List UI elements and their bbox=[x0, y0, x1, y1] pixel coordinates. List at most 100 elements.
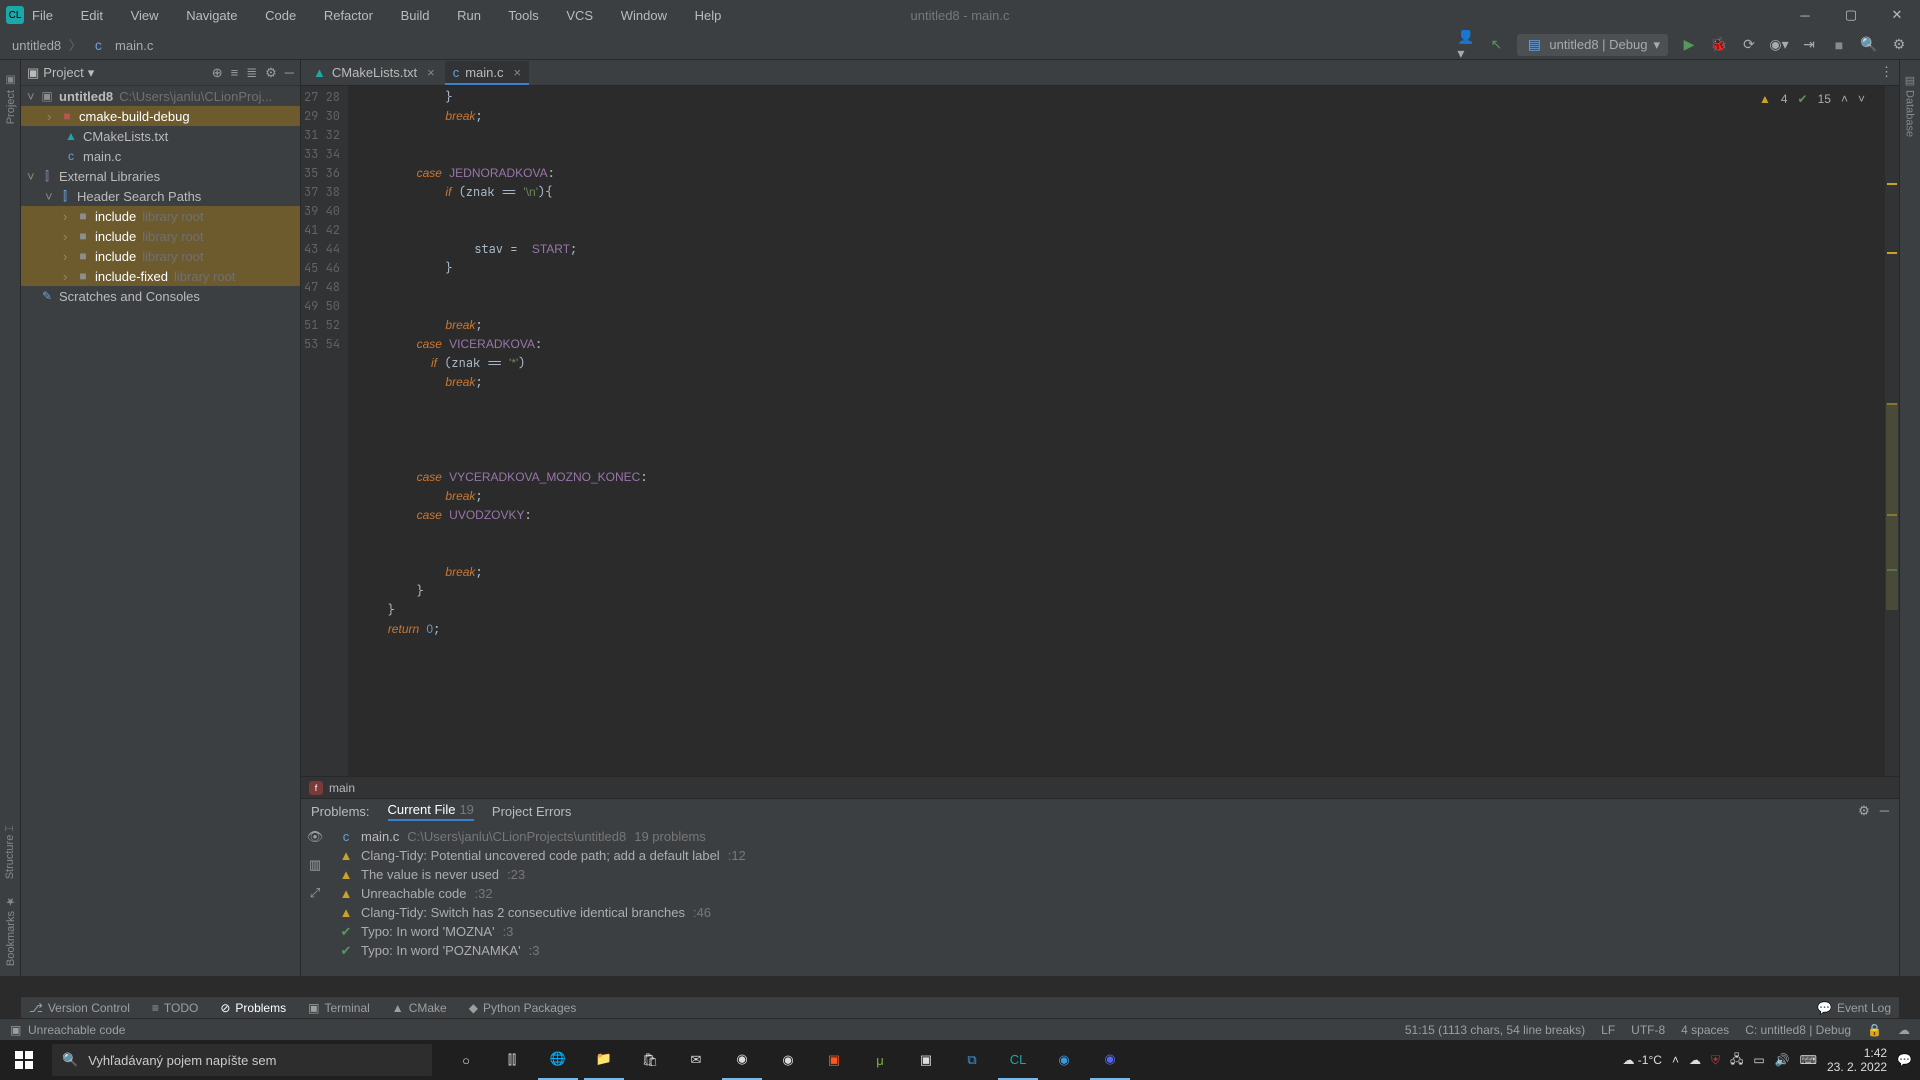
weather-widget[interactable]: ☁ -1°C bbox=[1622, 1053, 1661, 1067]
menu-help[interactable]: Help bbox=[695, 8, 734, 23]
tray-onedrive-icon[interactable]: ☁ bbox=[1689, 1053, 1701, 1067]
tray-volume-icon[interactable]: 🔊 bbox=[1775, 1053, 1790, 1067]
status-encoding[interactable]: UTF-8 bbox=[1631, 1023, 1665, 1037]
tree-main-c[interactable]: cmain.c bbox=[21, 146, 300, 166]
tray-lang-icon[interactable]: ⌨ bbox=[1800, 1053, 1817, 1067]
tree-header-search-paths[interactable]: ˅⫿Header Search Paths bbox=[21, 186, 300, 206]
menu-tools[interactable]: Tools bbox=[508, 8, 550, 23]
taskbar-search[interactable]: 🔍 Vyhľadávaný pojem napíšte sem bbox=[52, 1044, 432, 1076]
breadcrumb-project[interactable]: untitled8 bbox=[12, 38, 61, 53]
inspection-widget[interactable]: ▲4 ✔15 ˄ ˅ bbox=[1759, 92, 1865, 106]
marker-bar[interactable] bbox=[1885, 86, 1899, 776]
expand-all-button[interactable]: ≡ bbox=[231, 65, 239, 81]
tooltab-python-packages[interactable]: ◆ Python Packages bbox=[469, 1001, 577, 1015]
cortana-button[interactable]: ⫿⫿ bbox=[492, 1040, 532, 1080]
menu-code[interactable]: Code bbox=[265, 8, 308, 23]
status-lock-icon[interactable]: 🔒 bbox=[1867, 1023, 1882, 1037]
status-lineend[interactable]: LF bbox=[1601, 1023, 1615, 1037]
view-mode-icon[interactable]: 👁 bbox=[307, 829, 324, 845]
menu-navigate[interactable]: Navigate bbox=[186, 8, 249, 23]
breadcrumb-file[interactable]: main.c bbox=[115, 38, 153, 53]
tray-battery-icon[interactable]: ▭ bbox=[1753, 1053, 1764, 1067]
taskbar-app-orange[interactable]: ▣ bbox=[814, 1040, 854, 1080]
locate-button[interactable]: ⊕ bbox=[212, 65, 223, 81]
problem-row[interactable]: ▲Clang-Tidy: Switch has 2 consecutive id… bbox=[329, 903, 1899, 922]
task-view-button[interactable]: ○ bbox=[446, 1040, 486, 1080]
tray-clock[interactable]: 1:4223. 2. 2022 bbox=[1827, 1046, 1887, 1074]
menu-file[interactable]: File bbox=[32, 8, 65, 23]
tray-network-icon[interactable]: 🖧 bbox=[1730, 1050, 1743, 1071]
taskbar-utorrent[interactable]: μ bbox=[860, 1040, 900, 1080]
close-icon[interactable]: × bbox=[427, 65, 435, 80]
hammer-icon[interactable]: ↖ bbox=[1487, 36, 1505, 54]
problem-row[interactable]: ▲Clang-Tidy: Potential uncovered code pa… bbox=[329, 846, 1899, 865]
taskbar-vscode[interactable]: ⧉ bbox=[952, 1040, 992, 1080]
tabs-kebab-icon[interactable]: ⋮ bbox=[1880, 64, 1893, 80]
settings-button[interactable]: ⚙ bbox=[1890, 36, 1908, 54]
menu-vcs[interactable]: VCS bbox=[566, 8, 605, 23]
tree-include-1[interactable]: ›■includelibrary root bbox=[21, 226, 300, 246]
taskbar-app-blue[interactable]: ◉ bbox=[1044, 1040, 1084, 1080]
rail-structure[interactable]: Structure ⌶ bbox=[4, 825, 16, 879]
taskbar-mail[interactable]: ✉ bbox=[676, 1040, 716, 1080]
status-caret[interactable]: 51:15 (1113 chars, 54 line breaks) bbox=[1405, 1023, 1585, 1037]
close-icon[interactable]: × bbox=[514, 65, 522, 80]
menu-build[interactable]: Build bbox=[401, 8, 442, 23]
hide-panel-button[interactable]: ─ bbox=[285, 65, 294, 81]
tree-scratches[interactable]: ✎Scratches and Consoles bbox=[21, 286, 300, 306]
start-button[interactable] bbox=[0, 1040, 48, 1080]
rail-project[interactable]: Project ▣ bbox=[4, 74, 17, 124]
tray-chevron-icon[interactable]: ˄ bbox=[1672, 1053, 1679, 1067]
attach-button[interactable]: ⇥ bbox=[1800, 36, 1818, 54]
problem-row[interactable]: ▲Unreachable code :32 bbox=[329, 884, 1899, 903]
status-notifications-icon[interactable]: ▣ bbox=[10, 1023, 21, 1037]
project-panel-title[interactable]: ▣ Project ▾ bbox=[27, 65, 94, 81]
debug-button[interactable]: 🐞 bbox=[1710, 36, 1728, 54]
run-button[interactable]: ▶ bbox=[1680, 36, 1698, 54]
minimize-button[interactable]: ─ bbox=[1782, 0, 1828, 30]
group-icon[interactable]: ▥ bbox=[309, 857, 321, 873]
tooltab-terminal[interactable]: ▣ Terminal bbox=[308, 1001, 370, 1015]
problems-project-errors-tab[interactable]: Project Errors bbox=[492, 804, 571, 819]
taskbar-store[interactable]: 🛍 bbox=[630, 1040, 670, 1080]
problems-settings-icon[interactable]: ⚙ bbox=[1858, 803, 1870, 819]
tree-settings-button[interactable]: ⚙ bbox=[265, 65, 277, 81]
tooltab-todo[interactable]: ≡ TODO bbox=[152, 1001, 198, 1015]
stop-button[interactable]: ■ bbox=[1830, 36, 1848, 54]
collapse-all-button[interactable]: ≣ bbox=[246, 65, 257, 81]
tree-include-2[interactable]: ›■includelibrary root bbox=[21, 246, 300, 266]
tree-include-0[interactable]: ›■includelibrary root bbox=[21, 206, 300, 226]
tree-cmake-build-debug[interactable]: ›■cmake-build-debug bbox=[21, 106, 300, 126]
problem-row[interactable]: ▲The value is never used :23 bbox=[329, 865, 1899, 884]
chevron-down-icon[interactable]: ˅ bbox=[1858, 92, 1865, 106]
taskbar-edge[interactable]: 🌐 bbox=[538, 1040, 578, 1080]
status-cloud-icon[interactable]: ☁ bbox=[1898, 1023, 1910, 1037]
problems-current-file-tab[interactable]: Current File19 bbox=[388, 802, 474, 821]
taskbar-discord[interactable]: ◉ bbox=[1090, 1040, 1130, 1080]
expand-icon[interactable]: ⤢ bbox=[310, 885, 320, 901]
tooltab-version-control[interactable]: ⎇ Version Control bbox=[29, 1001, 130, 1015]
code-content[interactable]: } break; case JEDNORADKOVA: if (znak == … bbox=[349, 86, 1899, 776]
menu-view[interactable]: View bbox=[131, 8, 171, 23]
tab-main-c[interactable]: cmain.c× bbox=[445, 61, 529, 85]
problems-file-header[interactable]: c main.c C:\Users\janlu\CLionProjects\un… bbox=[329, 827, 1899, 846]
menu-window[interactable]: Window bbox=[621, 8, 679, 23]
code-editor[interactable]: ▲4 ✔15 ˄ ˅ 27 28 29 30 31 32 33 34 35 36… bbox=[301, 86, 1899, 776]
close-button[interactable]: ✕ bbox=[1874, 0, 1920, 30]
tray-notifications-icon[interactable]: 💬 bbox=[1897, 1053, 1912, 1067]
run-config-dropdown[interactable]: ▤ untitled8 | Debug ▾ bbox=[1517, 34, 1668, 56]
tooltab-problems[interactable]: ⊘ Problems bbox=[220, 1001, 286, 1015]
taskbar-terminal[interactable]: ▣ bbox=[906, 1040, 946, 1080]
chevron-up-icon[interactable]: ˄ bbox=[1841, 92, 1848, 106]
menu-refactor[interactable]: Refactor bbox=[324, 8, 385, 23]
tooltab-cmake[interactable]: ▲ CMake bbox=[392, 1001, 447, 1015]
tab-cmakelists[interactable]: ▲CMakeLists.txt× bbox=[305, 61, 443, 85]
status-context[interactable]: C: untitled8 | Debug bbox=[1745, 1023, 1851, 1037]
menu-edit[interactable]: Edit bbox=[81, 8, 115, 23]
rail-database[interactable]: ▤ Database bbox=[1904, 74, 1917, 137]
profile-button[interactable]: ◉▾ bbox=[1770, 36, 1788, 54]
problems-hide-icon[interactable]: ─ bbox=[1880, 803, 1889, 819]
tree-cmakelists[interactable]: ▲CMakeLists.txt bbox=[21, 126, 300, 146]
taskbar-explorer[interactable]: 📁 bbox=[584, 1040, 624, 1080]
menu-run[interactable]: Run bbox=[457, 8, 493, 23]
